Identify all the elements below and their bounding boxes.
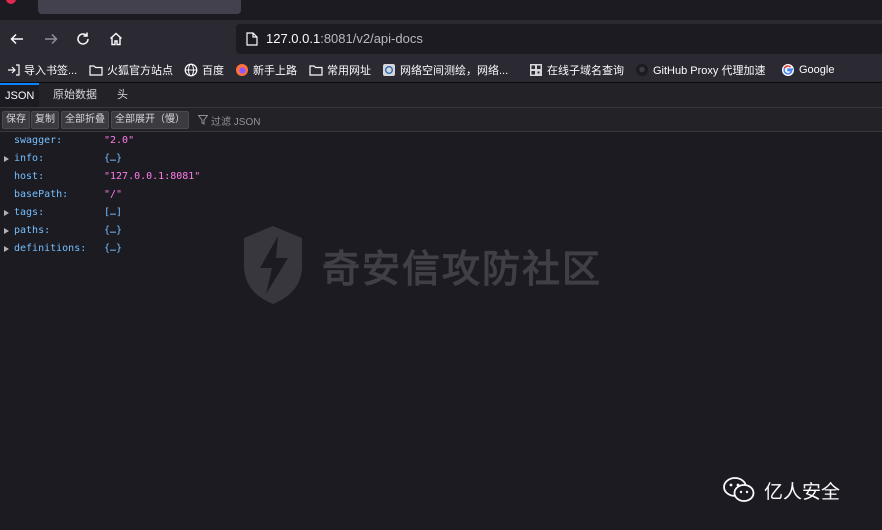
url-bar[interactable]: 127.0.0.1:8081/v2/api-docs — [236, 24, 882, 54]
bookmark-google[interactable]: Google — [781, 61, 834, 79]
bookmark-baidu[interactable]: 百度 — [184, 61, 224, 79]
reload-icon — [77, 32, 89, 45]
tab-strip — [0, 0, 882, 20]
watermark: 奇安信攻防社区 — [238, 222, 602, 308]
bookmark-cyberspace-mapping[interactable]: 网络空间测绘，网络... — [382, 61, 508, 79]
wechat-icon — [723, 477, 755, 502]
bookmark-subdomain-lookup[interactable]: 在线子域名查询 — [529, 61, 624, 79]
import-icon — [8, 64, 20, 76]
json-value: {…} — [104, 243, 123, 254]
expand-arrow-icon[interactable] — [4, 228, 9, 234]
firefox-icon — [236, 64, 248, 76]
json-row-tags[interactable]: tags: […] — [0, 204, 882, 222]
viewer-tab-bar: JSON 原始数据 头 — [0, 83, 882, 108]
back-button[interactable] — [5, 27, 29, 51]
viewer-toolbar: 保存 复制 全部折叠 全部展开（慢） 过滤 JSON — [0, 108, 882, 132]
folder-icon — [309, 65, 323, 76]
site-icon — [383, 64, 395, 76]
bookmark-import[interactable]: 导入书签... — [7, 61, 77, 79]
json-key: tags: — [14, 207, 45, 218]
json-key: basePath: — [14, 189, 69, 200]
json-value: "2.0" — [104, 135, 135, 146]
arrow-right-icon — [45, 33, 58, 45]
bookmarks-bar: 导入书签... 火狐官方站点 百度 新手上路 常用网址 网络空间测绘，网络...… — [0, 58, 882, 83]
forward-button[interactable] — [39, 27, 63, 51]
collapse-all-button[interactable]: 全部折叠 — [61, 111, 109, 129]
url-text: 127.0.0.1:8081/v2/api-docs — [266, 31, 423, 46]
json-key: paths: — [14, 225, 51, 236]
navigation-bar: 127.0.0.1:8081/v2/api-docs — [0, 20, 882, 58]
home-icon — [110, 32, 122, 46]
brand-text: 亿人安全 — [764, 480, 841, 503]
brand-badge: 亿人安全 — [722, 476, 840, 504]
active-tab[interactable] — [38, 0, 241, 14]
json-row-swagger: swagger: "2.0" — [0, 132, 882, 150]
json-row-info[interactable]: info: {…} — [0, 150, 882, 168]
json-row-host: host: "127.0.0.1:8081" — [0, 168, 882, 186]
json-value: {…} — [104, 153, 123, 164]
tab-raw-data[interactable]: 原始数据 — [48, 83, 102, 107]
filter-json-input[interactable]: 过滤 JSON — [198, 112, 260, 128]
bookmark-github-proxy[interactable]: GitHub Proxy 代理加速 — [635, 61, 765, 79]
expand-arrow-icon[interactable] — [4, 210, 9, 216]
json-value: "/" — [104, 189, 123, 200]
home-button[interactable] — [104, 27, 128, 51]
tab-headers[interactable]: 头 — [112, 83, 133, 107]
json-key: info: — [14, 153, 45, 164]
page-icon — [246, 32, 258, 46]
expand-all-button[interactable]: 全部展开（慢） — [111, 111, 189, 129]
save-button[interactable]: 保存 — [2, 111, 30, 129]
arrow-left-icon — [10, 33, 23, 45]
bookmark-getting-started[interactable]: 新手上路 — [235, 61, 297, 79]
google-icon — [782, 64, 794, 76]
filter-placeholder: 过滤 JSON — [211, 116, 261, 128]
copy-button[interactable]: 复制 — [31, 111, 59, 129]
bookmark-folder-common[interactable]: 常用网址 — [309, 61, 371, 79]
shield-bolt-icon — [244, 226, 302, 304]
expand-arrow-icon[interactable] — [4, 156, 9, 162]
reload-button[interactable] — [71, 27, 95, 51]
firefox-icon — [6, 0, 16, 4]
json-key: definitions: — [14, 243, 87, 254]
expand-arrow-icon[interactable] — [4, 246, 9, 252]
json-row-basepath: basePath: "/" — [0, 186, 882, 204]
folder-icon — [89, 65, 103, 76]
json-value: {…} — [104, 225, 123, 236]
json-value: […] — [104, 207, 123, 218]
json-key: host: — [14, 171, 45, 182]
bookmark-folder-firefox[interactable]: 火狐官方站点 — [89, 61, 173, 79]
github-icon — [636, 64, 648, 76]
filter-icon — [198, 115, 208, 125]
json-key: swagger: — [14, 135, 63, 146]
tab-json[interactable]: JSON — [0, 83, 40, 107]
json-value: "127.0.0.1:8081" — [104, 171, 201, 182]
qr-icon — [530, 64, 542, 76]
globe-icon — [184, 63, 198, 77]
watermark-text: 奇安信攻防社区 — [322, 246, 603, 291]
